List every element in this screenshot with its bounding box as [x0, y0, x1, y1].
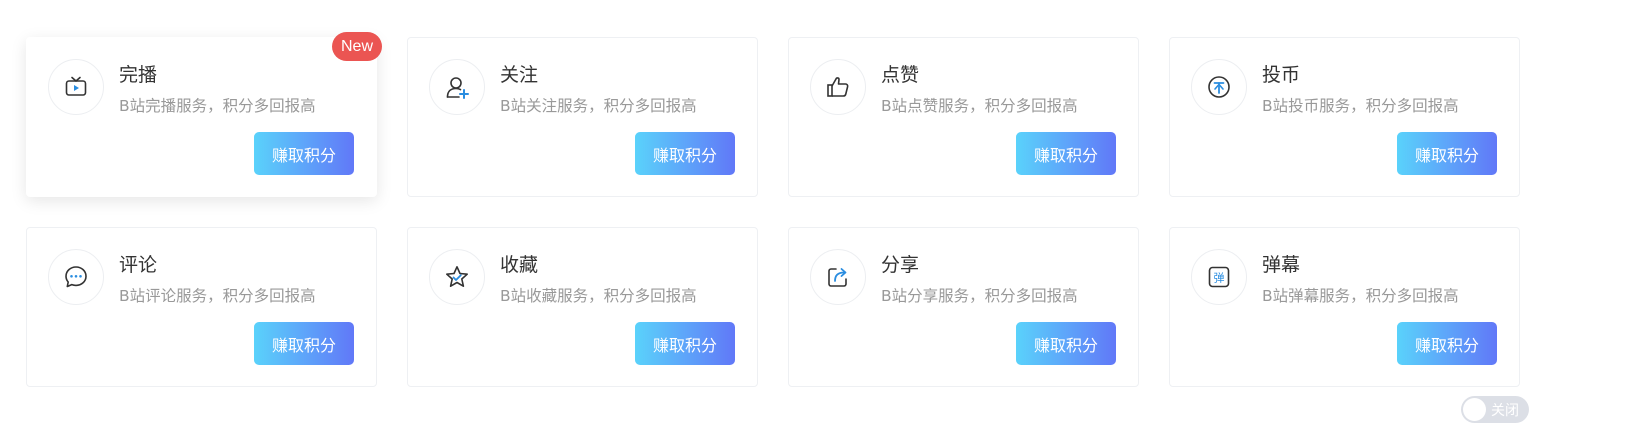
- earn-points-button[interactable]: 赚取积分: [1016, 322, 1116, 365]
- service-icon-wrapper: [1191, 59, 1247, 115]
- service-description: B站关注服务，积分多回报高: [500, 97, 697, 115]
- tv-icon: [65, 76, 87, 96]
- earn-points-button[interactable]: 赚取积分: [635, 322, 735, 365]
- service-title: 完播: [119, 64, 158, 86]
- service-card-coin: 投币 B站投币服务，积分多回报高 赚取积分: [1169, 37, 1520, 197]
- earn-points-button[interactable]: 赚取积分: [1397, 132, 1497, 175]
- service-description: B站完播服务，积分多回报高: [119, 97, 316, 115]
- service-description: B站收藏服务，积分多回报高: [500, 287, 697, 305]
- close-toggle-switch[interactable]: 关闭: [1461, 396, 1529, 423]
- star-icon: [446, 266, 468, 287]
- service-card-danmaku: 弹 弹幕 B站弹幕服务，积分多回报高 赚取积分: [1169, 227, 1520, 387]
- earn-points-button[interactable]: 赚取积分: [1016, 132, 1116, 175]
- service-description: B站评论服务，积分多回报高: [119, 287, 316, 305]
- new-badge: New: [331, 32, 382, 61]
- user-plus-icon: [446, 77, 469, 99]
- service-card-finish-play: 完播 B站完播服务，积分多回报高 赚取积分 New: [26, 32, 382, 197]
- service-title: 分享: [881, 254, 920, 276]
- service-card-like: 点赞 B站点赞服务，积分多回报高 赚取积分: [788, 37, 1139, 197]
- service-title: 评论: [119, 254, 158, 276]
- service-icon-wrapper: [810, 59, 866, 115]
- service-title: 收藏: [500, 254, 539, 276]
- service-grid: 完播 B站完播服务，积分多回报高 赚取积分 New 关注 B站关注服务，积分多回…: [26, 32, 1520, 387]
- service-description: B站分享服务，积分多回报高: [881, 287, 1078, 305]
- service-icon-wrapper: [810, 249, 866, 305]
- thumbs-up-icon: [827, 77, 849, 97]
- earn-points-button[interactable]: 赚取积分: [254, 322, 354, 365]
- service-description: B站投币服务，积分多回报高: [1262, 97, 1459, 115]
- share-icon: [828, 268, 847, 287]
- danmaku-icon-glyph: 弹: [1214, 270, 1225, 284]
- service-description: B站弹幕服务，积分多回报高: [1262, 287, 1459, 305]
- danmaku-icon: 弹: [1208, 266, 1230, 288]
- service-card-share: 分享 B站分享服务，积分多回报高 赚取积分: [788, 227, 1139, 387]
- service-icon-wrapper: 弹: [1191, 249, 1247, 305]
- earn-points-button[interactable]: 赚取积分: [1397, 322, 1497, 365]
- toggle-knob: [1463, 398, 1486, 421]
- coin-icon: [1208, 76, 1230, 98]
- service-icon-wrapper: [48, 59, 104, 115]
- service-title: 投币: [1262, 64, 1301, 86]
- service-title: 关注: [500, 64, 539, 86]
- service-description: B站点赞服务，积分多回报高: [881, 97, 1078, 115]
- comment-icon: [65, 266, 87, 288]
- earn-points-button[interactable]: 赚取积分: [635, 132, 735, 175]
- service-icon-wrapper: [429, 59, 485, 115]
- service-card-favorite: 收藏 B站收藏服务，积分多回报高 赚取积分: [407, 227, 758, 387]
- service-icon-wrapper: [429, 249, 485, 305]
- service-title: 弹幕: [1262, 254, 1301, 276]
- service-title: 点赞: [881, 64, 920, 86]
- service-card-comment: 评论 B站评论服务，积分多回报高 赚取积分: [26, 227, 377, 387]
- earn-points-button[interactable]: 赚取积分: [254, 132, 354, 175]
- service-icon-wrapper: [48, 249, 104, 305]
- toggle-label: 关闭: [1491, 402, 1519, 419]
- service-card-follow: 关注 B站关注服务，积分多回报高 赚取积分: [407, 37, 758, 197]
